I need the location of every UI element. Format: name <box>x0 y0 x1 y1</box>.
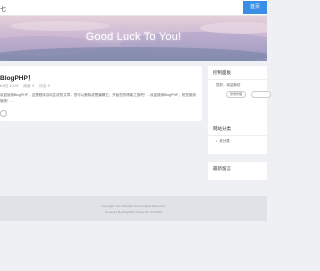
hero-banner: Good Luck To You! <box>0 16 267 61</box>
categories-title: 网站分类 <box>213 126 231 131</box>
comments-title: 最新留言 <box>213 166 231 171</box>
comments-card: 最新留言 <box>208 162 267 180</box>
login-button[interactable]: 登录管理 <box>226 91 246 98</box>
category-item[interactable]: 未分类 <box>216 139 230 144</box>
welcome-text: 您好，欢迎到访 <box>216 83 241 87</box>
post-comments: 评论: 0 <box>39 84 51 88</box>
post-title[interactable]: BlogPHP！ <box>0 72 34 82</box>
secondary-button[interactable] <box>251 91 271 98</box>
post-meta: 8-8日 10:00 阅读: 0 评论: 0 <box>0 84 54 89</box>
top-navbar: 七 首页 <box>0 0 267 16</box>
page-footer: Copyright Your WebSite.Some Rights Reser… <box>0 196 267 221</box>
control-panel-title: 控制面板 <box>213 70 231 75</box>
divider <box>208 135 267 136</box>
categories-card: 网站分类 未分类 <box>208 122 267 152</box>
nav-home-link[interactable]: 首页 <box>243 1 267 14</box>
post-date: 8-8日 10:00 <box>0 84 19 88</box>
powered-by-text: Powered By BlogPHP Theme By TOYEAN <box>105 210 162 214</box>
post-excerpt: 欢迎使用BlogPHP，这是程序自动生成的文章，您可以删除或是编辑它，开始您的博… <box>0 93 196 103</box>
site-logo[interactable]: 七 <box>0 4 6 13</box>
post-card: BlogPHP！ 8-8日 10:00 阅读: 0 评论: 0 欢迎使用Blog… <box>0 66 202 121</box>
copyright-text: Copyright Your WebSite.Some Rights Reser… <box>101 204 166 208</box>
banner-title: Good Luck To You! <box>85 31 182 43</box>
post-views: 阅读: 0 <box>23 84 35 88</box>
divider <box>208 79 267 80</box>
read-more-button[interactable] <box>0 110 7 117</box>
